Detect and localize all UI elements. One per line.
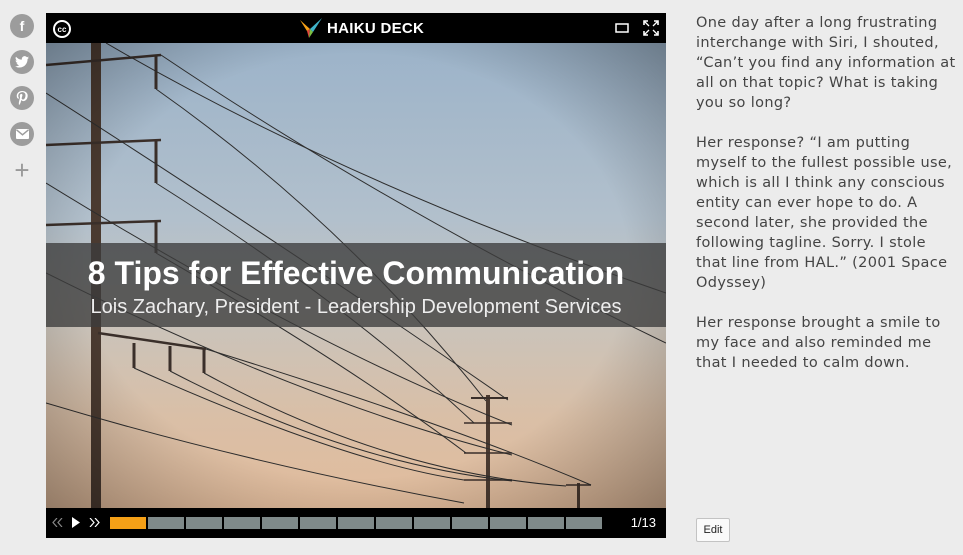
player-top-bar: cc HAIKU DECK bbox=[46, 13, 666, 43]
progress-segment[interactable] bbox=[186, 517, 222, 529]
slide-image[interactable]: 8 Tips for Effective Communication Lois … bbox=[46, 43, 666, 508]
cc-label: cc bbox=[57, 24, 67, 34]
progress-segment[interactable] bbox=[414, 517, 450, 529]
brand-name: HAIKU DECK bbox=[327, 19, 425, 37]
brand-logo[interactable]: HAIKU DECK bbox=[300, 18, 424, 38]
haiku-deck-logo-icon bbox=[300, 18, 322, 38]
next-slide-icon[interactable] bbox=[89, 518, 100, 527]
facebook-icon[interactable]: f bbox=[10, 14, 34, 38]
creative-commons-icon[interactable]: cc bbox=[53, 20, 71, 38]
progress-segment[interactable] bbox=[566, 517, 602, 529]
share-bar: f + bbox=[10, 14, 36, 194]
slide-notes: One day after a long frustrating interch… bbox=[696, 13, 958, 393]
progress-segment[interactable] bbox=[452, 517, 488, 529]
notes-paragraph: Her response brought a smile to my face … bbox=[696, 315, 941, 371]
plus-glyph: + bbox=[14, 154, 30, 185]
slide-progress-bar[interactable] bbox=[110, 517, 602, 529]
notes-paragraph: Her response? “I am putting myself to th… bbox=[696, 135, 953, 291]
twitter-icon[interactable] bbox=[10, 50, 34, 74]
progress-segment[interactable] bbox=[338, 517, 374, 529]
progress-segment[interactable] bbox=[490, 517, 526, 529]
facebook-glyph: f bbox=[19, 18, 25, 34]
progress-segment[interactable] bbox=[224, 517, 260, 529]
player-bottom-bar: 1/13 bbox=[46, 508, 666, 538]
progress-segment[interactable] bbox=[110, 517, 146, 529]
progress-segment[interactable] bbox=[148, 517, 184, 529]
window-mode-icon[interactable] bbox=[614, 20, 630, 36]
slide-title: 8 Tips for Effective Communication bbox=[87, 255, 625, 291]
slide-subtitle: Lois Zachary, President - Leadership Dev… bbox=[90, 296, 622, 318]
email-icon[interactable] bbox=[10, 122, 34, 146]
fullscreen-icon[interactable] bbox=[643, 20, 659, 36]
slide-player: cc HAIKU DECK 8 Tips for Effective Commu… bbox=[46, 13, 666, 538]
edit-button[interactable]: Edit bbox=[696, 518, 730, 542]
progress-segment[interactable] bbox=[262, 517, 298, 529]
progress-segment[interactable] bbox=[528, 517, 564, 529]
notes-paragraph: One day after a long frustrating interch… bbox=[696, 15, 956, 111]
more-share-icon[interactable]: + bbox=[10, 155, 34, 185]
pinterest-icon[interactable] bbox=[10, 86, 34, 110]
slide-caption: 8 Tips for Effective Communication Lois … bbox=[46, 243, 666, 327]
slide-counter: 1/13 bbox=[630, 515, 656, 530]
first-slide-icon[interactable] bbox=[52, 518, 63, 527]
progress-segment[interactable] bbox=[300, 517, 336, 529]
play-icon[interactable] bbox=[72, 517, 80, 528]
progress-segment[interactable] bbox=[376, 517, 412, 529]
